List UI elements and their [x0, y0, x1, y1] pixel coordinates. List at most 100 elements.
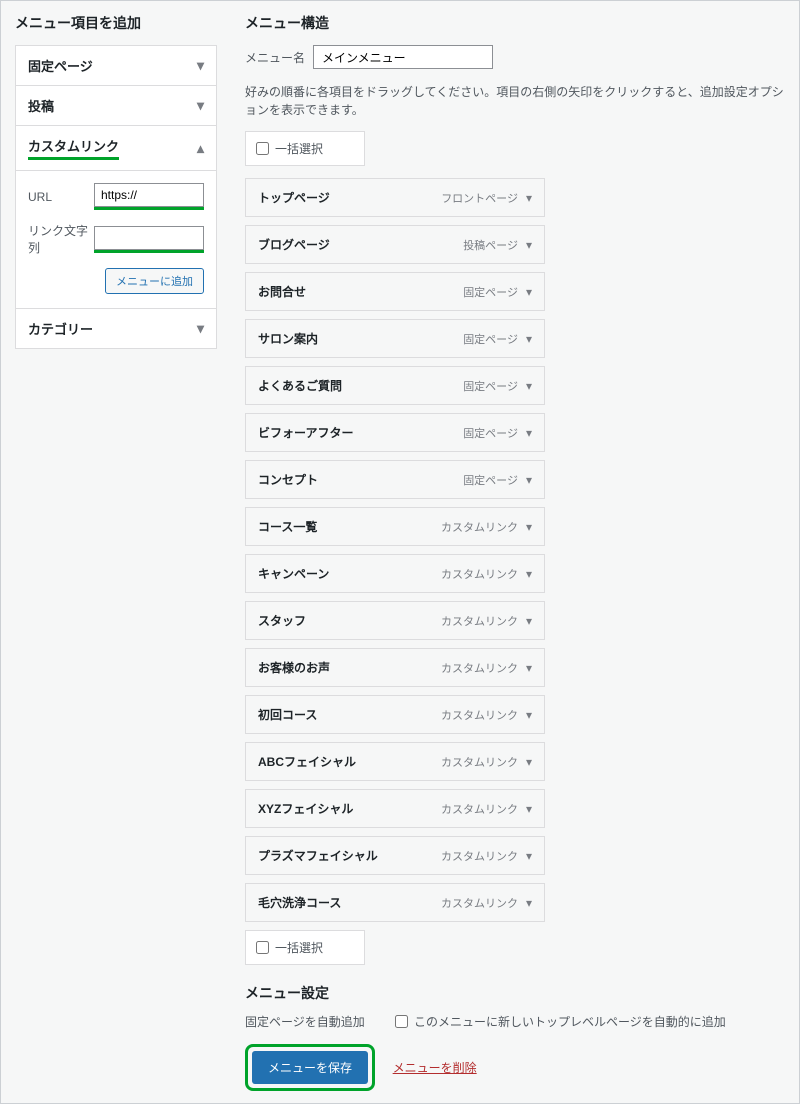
menu-item[interactable]: スタッフカスタムリンク ▾ — [245, 601, 545, 640]
menu-item-title: XYZフェイシャル — [258, 800, 441, 817]
chevron-down-icon[interactable]: ▾ — [526, 708, 532, 722]
link-text-input[interactable] — [94, 226, 204, 250]
delete-menu-link[interactable]: メニューを削除 — [393, 1061, 477, 1075]
menu-structure-heading: メニュー構造 — [245, 13, 785, 33]
chevron-down-icon[interactable]: ▾ — [526, 849, 532, 863]
instructions-text: 好みの順番に各項目をドラッグしてください。項目の右側の矢印をクリックすると、追加… — [245, 83, 785, 119]
menu-item[interactable]: よくあるご質問固定ページ ▾ — [245, 366, 545, 405]
menu-items-list: トップページフロントページ▾ブログページ投稿ページ▾お問合せ固定ページ▾サロン案… — [245, 178, 785, 922]
menu-item-title: サロン案内 — [258, 330, 463, 347]
menu-item[interactable]: サロン案内固定ページ ▾ — [245, 319, 545, 358]
menu-item-type: 固定ページ — [463, 425, 518, 441]
chevron-down-icon[interactable]: ▾ — [526, 379, 532, 393]
menu-name-label: メニュー名 — [245, 49, 305, 66]
menu-item-title: キャンペーン — [258, 565, 441, 582]
menu-item-type: 固定ページ — [463, 284, 518, 300]
auto-add-text: このメニューに新しいトップレベルページを自動的に追加 — [414, 1013, 726, 1030]
panel-custom-link-label: カスタムリンク — [28, 136, 119, 160]
menu-item-type: カスタムリンク — [441, 848, 518, 864]
chevron-down-icon[interactable]: ▾ — [526, 755, 532, 769]
bulk-select-checkbox[interactable] — [256, 941, 269, 954]
menu-item[interactable]: 毛穴洗浄コースカスタムリンク ▾ — [245, 883, 545, 922]
chevron-down-icon[interactable]: ▾ — [526, 238, 532, 252]
menu-item-type: カスタムリンク — [441, 519, 518, 535]
menu-item[interactable]: XYZフェイシャルカスタムリンク ▾ — [245, 789, 545, 828]
menu-item-type: カスタムリンク — [441, 801, 518, 817]
menu-item[interactable]: トップページフロントページ ▾ — [245, 178, 545, 217]
panel-custom-link[interactable]: カスタムリンク ▴ URL リンク文字列 メニューに追加 — [15, 125, 217, 308]
panel-categories-label: カテゴリー — [28, 319, 93, 338]
panel-posts[interactable]: 投稿 ▾ — [15, 85, 217, 125]
chevron-up-icon: ▴ — [197, 140, 204, 157]
menu-item-type: 固定ページ — [463, 472, 518, 488]
menu-item-title: お客様のお声 — [258, 659, 441, 676]
chevron-down-icon[interactable]: ▾ — [526, 285, 532, 299]
chevron-down-icon[interactable]: ▾ — [526, 567, 532, 581]
menu-item-type: 投稿ページ — [463, 237, 518, 253]
menu-item[interactable]: ABCフェイシャルカスタムリンク ▾ — [245, 742, 545, 781]
menu-item[interactable]: ビフォーアフター固定ページ ▾ — [245, 413, 545, 452]
menu-item-type: 固定ページ — [463, 331, 518, 347]
panel-categories[interactable]: カテゴリー ▾ — [15, 308, 217, 349]
auto-add-checkbox[interactable] — [395, 1015, 408, 1028]
panel-posts-label: 投稿 — [28, 96, 54, 115]
bulk-select-top[interactable]: 一括選択 — [245, 131, 365, 166]
menu-item-title: お問合せ — [258, 283, 463, 300]
menu-item[interactable]: お問合せ固定ページ ▾ — [245, 272, 545, 311]
menu-item[interactable]: お客様のお声カスタムリンク ▾ — [245, 648, 545, 687]
menu-item-title: プラズマフェイシャル — [258, 847, 441, 864]
bulk-select-checkbox[interactable] — [256, 142, 269, 155]
bulk-select-label: 一括選択 — [275, 939, 323, 956]
menu-item[interactable]: 初回コースカスタムリンク ▾ — [245, 695, 545, 734]
menu-item[interactable]: コンセプト固定ページ ▾ — [245, 460, 545, 499]
menu-item-title: 毛穴洗浄コース — [258, 894, 441, 911]
chevron-down-icon: ▾ — [197, 97, 204, 114]
menu-item-type: フロントページ — [441, 190, 518, 206]
url-label: URL — [28, 190, 94, 204]
bulk-select-label: 一括選択 — [275, 140, 323, 157]
menu-item-type: カスタムリンク — [441, 707, 518, 723]
menu-item[interactable]: ブログページ投稿ページ ▾ — [245, 225, 545, 264]
chevron-down-icon[interactable]: ▾ — [526, 191, 532, 205]
chevron-down-icon[interactable]: ▾ — [526, 661, 532, 675]
chevron-down-icon[interactable]: ▾ — [526, 426, 532, 440]
chevron-down-icon[interactable]: ▾ — [526, 802, 532, 816]
menu-item-title: スタッフ — [258, 612, 441, 629]
bulk-select-bottom[interactable]: 一括選択 — [245, 930, 365, 965]
chevron-down-icon[interactable]: ▾ — [526, 896, 532, 910]
menu-item[interactable]: コース一覧カスタムリンク ▾ — [245, 507, 545, 546]
menu-item-title: よくあるご質問 — [258, 377, 463, 394]
menu-item-title: ABCフェイシャル — [258, 753, 441, 770]
menu-item-type: カスタムリンク — [441, 566, 518, 582]
menu-item-title: コンセプト — [258, 471, 463, 488]
menu-item-type: カスタムリンク — [441, 754, 518, 770]
menu-item-type: カスタムリンク — [441, 660, 518, 676]
menu-settings-heading: メニュー設定 — [245, 983, 785, 1003]
menu-item[interactable]: キャンペーンカスタムリンク ▾ — [245, 554, 545, 593]
auto-add-option[interactable]: このメニューに新しいトップレベルページを自動的に追加 — [395, 1013, 726, 1030]
chevron-down-icon[interactable]: ▾ — [526, 614, 532, 628]
menu-item-type: カスタムリンク — [441, 613, 518, 629]
menu-item-title: トップページ — [258, 189, 441, 206]
menu-item-type: カスタムリンク — [441, 895, 518, 911]
auto-add-label: 固定ページを自動追加 — [245, 1013, 365, 1030]
panel-pages[interactable]: 固定ページ ▾ — [15, 45, 217, 85]
menu-item-title: ブログページ — [258, 236, 463, 253]
chevron-down-icon: ▾ — [197, 57, 204, 74]
chevron-down-icon[interactable]: ▾ — [526, 332, 532, 346]
save-menu-button[interactable]: メニューを保存 — [252, 1051, 368, 1084]
menu-item[interactable]: プラズマフェイシャルカスタムリンク ▾ — [245, 836, 545, 875]
add-items-heading: メニュー項目を追加 — [15, 13, 217, 33]
add-to-menu-button[interactable]: メニューに追加 — [105, 268, 204, 294]
menu-item-title: ビフォーアフター — [258, 424, 463, 441]
link-text-label: リンク文字列 — [28, 222, 94, 256]
menu-name-input[interactable] — [313, 45, 493, 69]
menu-item-type: 固定ページ — [463, 378, 518, 394]
url-input[interactable] — [94, 183, 204, 207]
chevron-down-icon[interactable]: ▾ — [526, 473, 532, 487]
chevron-down-icon: ▾ — [197, 320, 204, 337]
panel-pages-label: 固定ページ — [28, 56, 93, 75]
menu-item-title: コース一覧 — [258, 518, 441, 535]
menu-item-title: 初回コース — [258, 706, 441, 723]
chevron-down-icon[interactable]: ▾ — [526, 520, 532, 534]
